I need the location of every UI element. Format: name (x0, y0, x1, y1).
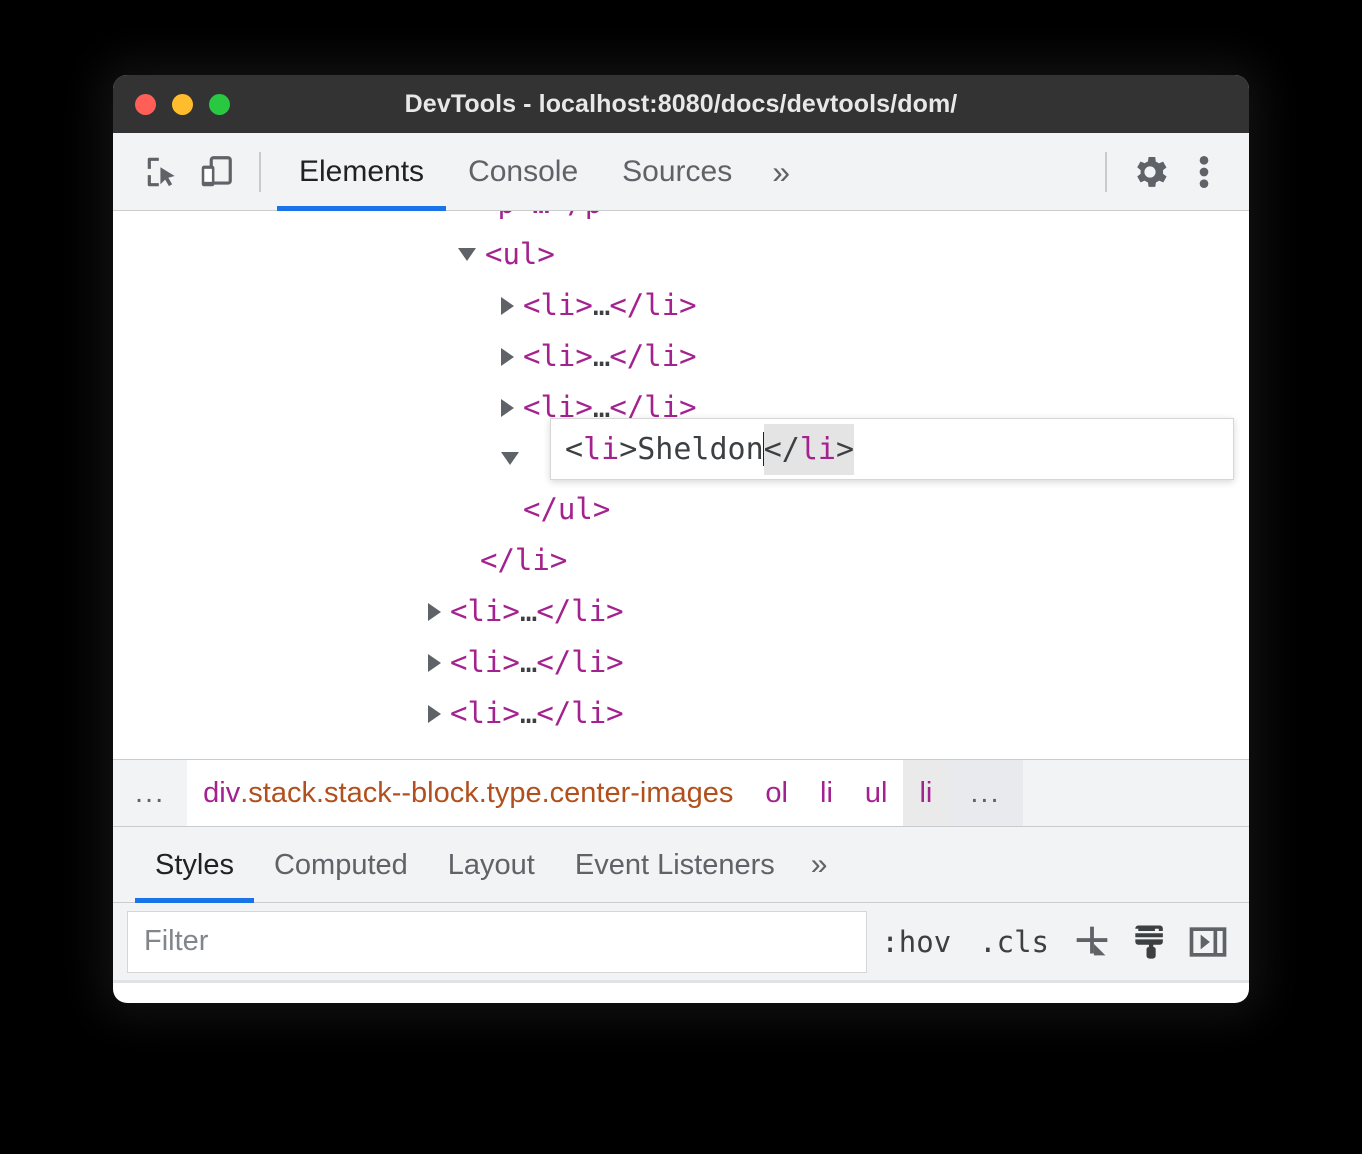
expand-triangle-icon[interactable] (501, 347, 514, 366)
tab-sources[interactable]: Sources (600, 133, 754, 211)
breadcrumb-overflow-right[interactable]: ... (948, 760, 1023, 826)
breadcrumb-item-li-selected[interactable]: li (903, 760, 949, 826)
minimize-window-button[interactable] (172, 93, 193, 115)
breadcrumb-item-ol[interactable]: ol (749, 760, 804, 826)
dom-row-li-4[interactable]: <li>…</li> (428, 586, 1249, 637)
dom-row-text: <li>…</li> (523, 339, 697, 373)
tab-layout[interactable]: Layout (428, 827, 555, 903)
devtools-main-toolbar: Elements Console Sources » (113, 133, 1249, 211)
filter-input[interactable] (127, 910, 868, 973)
dom-row-ul-open[interactable]: <ul> (458, 229, 1249, 280)
devtools-window: DevTools - localhost:8080/docs/devtools/… (113, 75, 1249, 1003)
dom-row-text: <li>…</li> (450, 696, 624, 730)
breadcrumb: ... div .stack.stack--block.type.center-i… (113, 759, 1249, 827)
breadcrumb-crumbs: div .stack.stack--block.type.center-image… (187, 760, 949, 826)
dom-row-p[interactable]: <p>…</p> (458, 211, 1249, 229)
gear-icon[interactable] (1123, 145, 1177, 199)
breadcrumb-item-div[interactable]: div .stack.stack--block.type.center-image… (187, 760, 749, 826)
tab-elements[interactable]: Elements (277, 133, 447, 211)
crumb-classes: .stack.stack--block.type.center-images (240, 776, 734, 809)
edit-selected-close-tag: </li> (763, 423, 854, 475)
toolbar-divider (259, 151, 261, 192)
dom-row-text: <li>…</li> (523, 288, 697, 322)
dom-row-text: </ul> (523, 492, 611, 526)
dom-node-edit-input[interactable]: < li > Sheldon </li> (550, 418, 1234, 480)
dom-row-li-5[interactable]: <li>…</li> (428, 637, 1249, 688)
styles-pane-tabbar: Styles Computed Layout Event Listeners » (113, 827, 1249, 903)
styles-filter-bar: :hov .cls (113, 903, 1249, 983)
edit-open-bracket-close: > (619, 431, 638, 467)
dom-row-li-6[interactable]: <li>…</li> (428, 688, 1249, 739)
dom-row-li-close[interactable]: </li> (458, 535, 1249, 586)
close-window-button[interactable] (135, 93, 156, 115)
dom-row-text: <li>…</li> (450, 645, 624, 679)
edit-open-bracket: < (565, 431, 584, 467)
expand-triangle-icon[interactable] (428, 602, 441, 621)
inspect-element-icon[interactable] (135, 145, 189, 199)
maximize-window-button[interactable] (209, 93, 230, 115)
expand-triangle-icon[interactable] (428, 704, 441, 723)
dom-row-ul-close[interactable]: </ul> (501, 484, 1249, 535)
expand-triangle-icon[interactable] (501, 398, 514, 417)
traffic-lights (135, 93, 230, 115)
device-toolbar-icon[interactable] (189, 145, 243, 199)
toolbar-divider-right (1105, 151, 1107, 192)
breadcrumb-item-li-outer[interactable]: li (804, 760, 849, 826)
tab-event-listeners[interactable]: Event Listeners (555, 827, 795, 903)
breadcrumb-item-ul[interactable]: ul (849, 760, 904, 826)
tab-computed[interactable]: Computed (254, 827, 428, 903)
edit-node-text: Sheldon (637, 431, 764, 467)
dom-row-text: </li> (480, 543, 568, 577)
window-title-bar: DevTools - localhost:8080/docs/devtools/… (113, 75, 1249, 133)
toggle-element-state-button[interactable]: :hov (867, 925, 965, 959)
toggle-computed-sidebar-icon[interactable] (1179, 912, 1237, 972)
new-style-rule-plus-icon[interactable] (1063, 912, 1121, 972)
element-classes-button[interactable]: .cls (965, 925, 1063, 959)
tab-console[interactable]: Console (446, 133, 600, 211)
expand-triangle-icon[interactable] (501, 296, 514, 315)
dom-row-li-1[interactable]: <li>…</li> (501, 280, 1249, 331)
edit-open-tag: li (583, 431, 620, 467)
collapse-triangle-icon[interactable] (501, 452, 519, 465)
dom-row-li-2[interactable]: <li>…</li> (501, 331, 1249, 382)
paintbrush-icon[interactable] (1121, 912, 1179, 972)
styles-more-tabs-chevron-icon[interactable]: » (795, 827, 844, 903)
collapse-triangle-icon[interactable] (458, 248, 476, 261)
more-tabs-chevron-icon[interactable]: » (754, 133, 808, 211)
dom-row-text: <p>…</p> (480, 211, 620, 229)
crumb-tag: div (203, 776, 241, 809)
window-title: DevTools - localhost:8080/docs/devtools/… (404, 89, 958, 118)
dom-row-text: <li>…</li> (450, 594, 624, 628)
breadcrumb-overflow-left[interactable]: ... (113, 760, 187, 826)
dom-row-text: <ul> (485, 237, 555, 271)
three-dot-vertical-icon[interactable] (1177, 145, 1231, 199)
expand-triangle-icon[interactable] (428, 653, 441, 672)
dom-tree-panel[interactable]: <p>…</p> <ul> <li>…</li> <li>…</li> <li>… (113, 211, 1249, 759)
tab-styles[interactable]: Styles (135, 827, 254, 903)
